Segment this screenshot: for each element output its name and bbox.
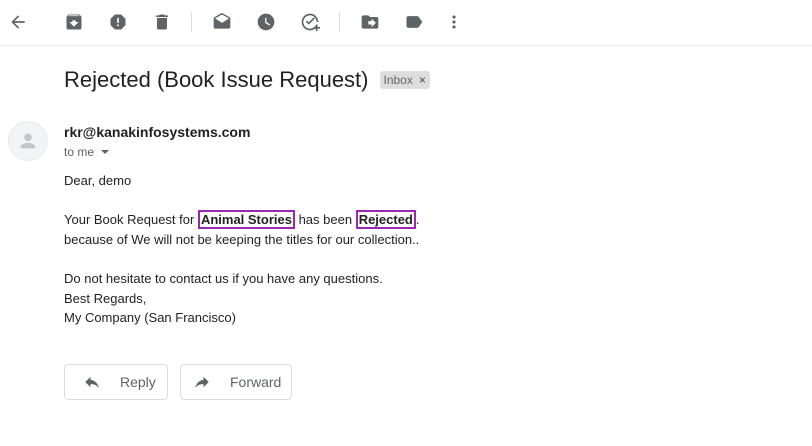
sign-off: Best Regards, <box>64 290 147 306</box>
back-button[interactable] <box>6 10 30 34</box>
move-to-folder-icon <box>361 15 379 29</box>
request-text-mid: has been <box>294 212 356 228</box>
label-chip-text: Inbox <box>383 73 413 87</box>
arrow-back-icon <box>11 15 25 29</box>
sender-avatar <box>8 121 48 161</box>
caret-down-icon <box>101 150 110 154</box>
delete-button[interactable] <box>150 10 174 34</box>
email-body: Dear, demo Your Book Request for Animal … <box>64 171 420 328</box>
toolbar-divider <box>191 12 192 32</box>
email-subject: Rejected (Book Issue Request) <box>64 67 369 92</box>
forward-label: Forward <box>230 374 282 390</box>
inbox-label-chip[interactable]: Inbox × <box>379 71 430 89</box>
remove-label-icon[interactable]: × <box>419 74 426 86</box>
more-options-button[interactable] <box>442 10 466 34</box>
contact-line: Do not hesitate to contact us if you hav… <box>64 270 383 286</box>
clock-icon <box>257 13 275 31</box>
snooze-button[interactable] <box>254 10 278 34</box>
move-to-button[interactable] <box>358 10 382 34</box>
book-title: Animal Stories <box>197 210 295 230</box>
forward-button[interactable]: Forward <box>180 364 292 400</box>
report-icon <box>110 14 126 30</box>
reply-button[interactable]: Reply <box>64 364 168 400</box>
label-icon <box>406 16 423 28</box>
recipient-text: to me <box>64 145 95 159</box>
labels-button[interactable] <box>402 10 426 34</box>
company-signature: My Company (San Francisco) <box>64 310 236 326</box>
recipient-details-toggle[interactable]: to me <box>64 145 110 159</box>
request-text-pre: Your Book Request for <box>64 212 198 228</box>
request-line: Your Book Request for Animal Stories has… <box>64 210 420 230</box>
rejection-reason: because of We will not be keeping the ti… <box>64 231 420 247</box>
trash-icon <box>156 14 168 30</box>
request-text-post: . <box>415 212 420 228</box>
person-icon <box>20 133 36 149</box>
add-to-tasks-button[interactable] <box>298 10 322 34</box>
add-task-icon <box>301 13 320 32</box>
reply-icon <box>85 376 99 388</box>
toolbar-divider <box>339 12 340 32</box>
more-vert-icon <box>452 15 456 29</box>
report-spam-button[interactable] <box>106 10 130 34</box>
request-status: Rejected <box>355 210 416 230</box>
sender-email: rkr@kanakinfosystems.com <box>64 124 251 140</box>
mark-unread-button[interactable] <box>210 10 234 34</box>
mail-open-icon <box>213 12 231 29</box>
archive-button[interactable] <box>62 10 86 34</box>
subject-row: Rejected (Book Issue Request) Inbox × <box>64 64 430 96</box>
forward-icon <box>195 376 209 388</box>
archive-icon <box>66 14 82 30</box>
greeting: Dear, demo <box>64 173 132 188</box>
reply-label: Reply <box>120 374 156 390</box>
toolbar <box>0 0 812 46</box>
